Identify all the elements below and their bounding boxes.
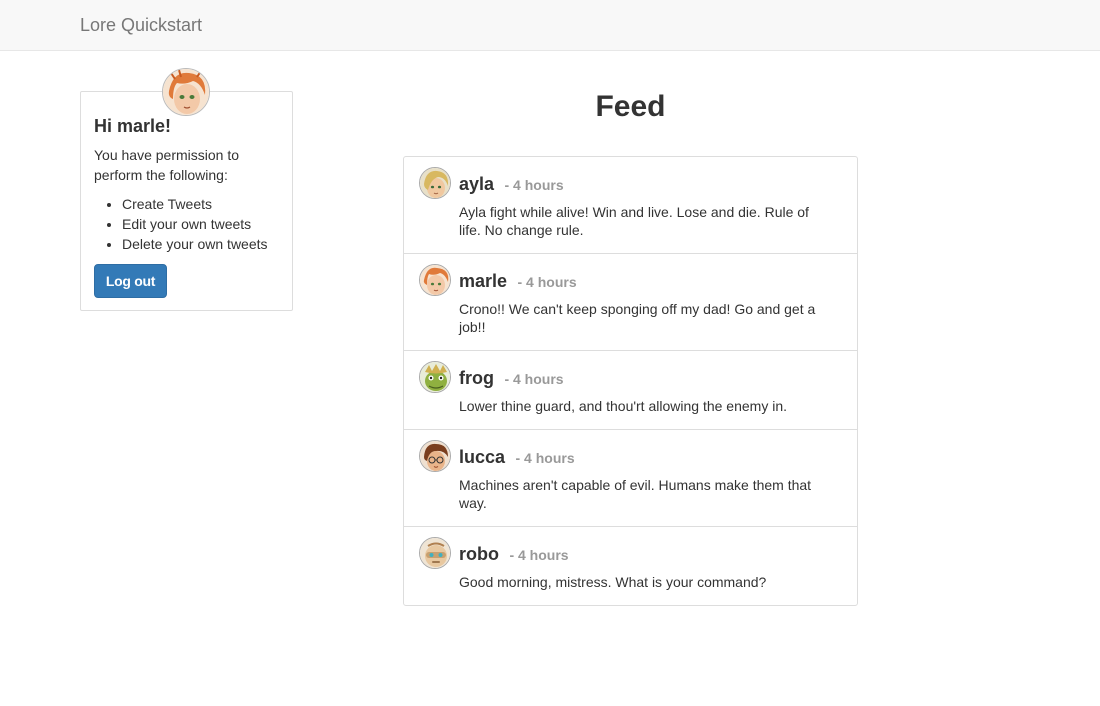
tweet-item: ayla - 4 hours Ayla fight while alive! W… bbox=[404, 157, 857, 253]
permission-item: Edit your own tweets bbox=[122, 214, 268, 234]
permission-intro: You have permission to perform the follo… bbox=[94, 147, 240, 183]
tweet-text: Crono!! We can't keep sponging off my da… bbox=[459, 301, 816, 335]
tweet-text: Ayla fight while alive! Win and live. Lo… bbox=[459, 204, 809, 238]
tweet-username: lucca bbox=[459, 447, 506, 467]
tweet-username: marle bbox=[459, 271, 508, 291]
feed-title: Feed bbox=[595, 90, 666, 123]
logout-button[interactable]: Log out bbox=[94, 264, 167, 298]
brand-link[interactable]: Lore Quickstart bbox=[80, 14, 202, 36]
tweet-text: Machines aren't capable of evil. Humans … bbox=[459, 477, 812, 511]
lucca-avatar-icon bbox=[419, 440, 451, 472]
tweet-timestamp: - 4 hours bbox=[504, 177, 564, 193]
permission-item: Create Tweets bbox=[122, 194, 268, 214]
tweet-item: frog - 4 hours Lower thine guard, and th… bbox=[404, 350, 857, 429]
marle-avatar-icon bbox=[162, 68, 210, 116]
tweet-item: lucca - 4 hours Machines aren't capable … bbox=[404, 429, 857, 526]
navbar: Lore Quickstart bbox=[0, 0, 1100, 51]
feed-list: ayla - 4 hours Ayla fight while alive! W… bbox=[403, 156, 858, 606]
tweet-username: frog bbox=[459, 368, 494, 388]
frog-avatar-icon bbox=[419, 361, 451, 393]
tweet-timestamp: - 4 hours bbox=[517, 274, 577, 290]
tweet-timestamp: - 4 hours bbox=[504, 371, 564, 387]
tweet-timestamp: - 4 hours bbox=[515, 450, 575, 466]
robo-avatar-icon bbox=[419, 537, 451, 569]
greeting: Hi marle! bbox=[94, 116, 172, 136]
profile-card: Hi marle! You have permission to perform… bbox=[80, 91, 293, 311]
tweet-timestamp: - 4 hours bbox=[509, 547, 569, 563]
tweet-item: marle - 4 hours Crono!! We can't keep sp… bbox=[404, 253, 857, 350]
tweet-username: robo bbox=[459, 544, 499, 564]
tweet-username: ayla bbox=[459, 174, 495, 194]
permission-item: Delete your own tweets bbox=[122, 234, 268, 254]
tweet-text: Good morning, mistress. What is your com… bbox=[459, 574, 767, 590]
marle-avatar-icon bbox=[419, 264, 451, 296]
ayla-avatar-icon bbox=[419, 167, 451, 199]
tweet-item: robo - 4 hours Good morning, mistress. W… bbox=[404, 526, 857, 605]
permission-list: Create Tweets Edit your own tweets Delet… bbox=[94, 194, 268, 254]
tweet-text: Lower thine guard, and thou'rt allowing … bbox=[459, 398, 787, 414]
